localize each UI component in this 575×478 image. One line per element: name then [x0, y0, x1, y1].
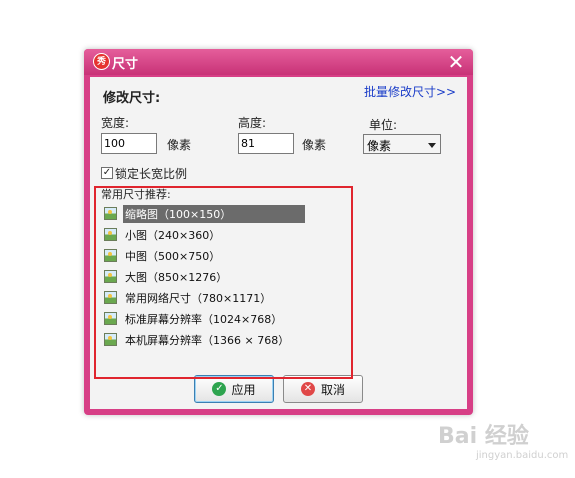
- lock-ratio-label: 锁定长宽比例: [115, 167, 188, 181]
- dialog-title: 尺寸: [112, 57, 139, 72]
- cancel-button-label: 取消: [320, 382, 345, 397]
- unit-select-value: 像素: [367, 139, 392, 153]
- cancel-x-icon: ✕: [300, 382, 315, 396]
- watermark-url: jingyan.baidu.com: [476, 450, 569, 461]
- annotation-highlight-box: [94, 186, 353, 379]
- dropdown-arrow-icon: [428, 143, 436, 148]
- width-input[interactable]: [101, 133, 157, 154]
- width-label: 宽度:: [101, 116, 130, 130]
- lock-ratio-checkbox[interactable]: ✓: [101, 167, 113, 179]
- cancel-button[interactable]: ✕ 取消: [283, 375, 363, 403]
- unit-label: 单位:: [369, 118, 398, 132]
- apply-button[interactable]: ✓ 应用: [194, 375, 274, 403]
- width-unit-label: 像素: [167, 138, 192, 152]
- batch-resize-link[interactable]: 批量修改尺寸>>: [364, 83, 456, 100]
- checkmark-icon: ✓: [212, 382, 227, 396]
- apply-button-label: 应用: [231, 382, 256, 397]
- close-button[interactable]: ✕: [443, 50, 469, 74]
- unit-select[interactable]: 像素: [363, 134, 441, 154]
- height-input[interactable]: [238, 133, 294, 154]
- section-title: 修改尺寸:: [103, 91, 161, 106]
- app-logo-icon: 秀: [93, 53, 110, 70]
- height-label: 高度:: [238, 116, 267, 130]
- watermark-brand: Bai 经验: [438, 424, 529, 449]
- height-unit-label: 像素: [302, 138, 327, 152]
- dialog-titlebar[interactable]: 秀 尺寸 ✕: [84, 49, 473, 75]
